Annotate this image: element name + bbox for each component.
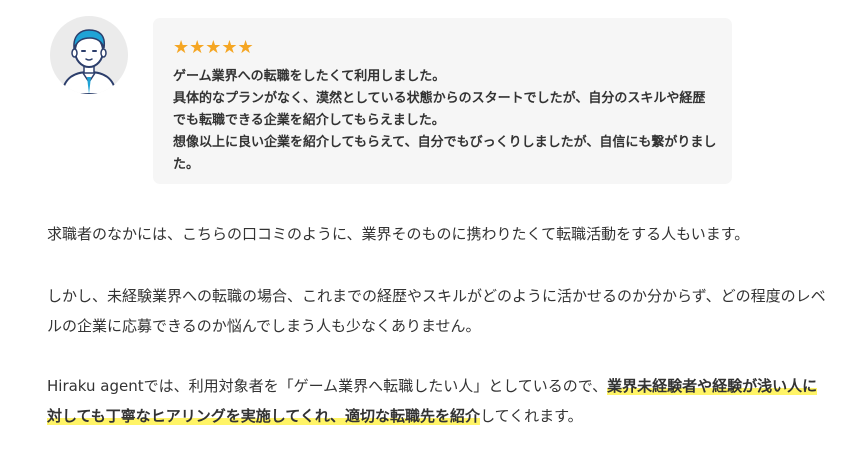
paragraph-text: Hiraku agentでは、利用対象者を「ゲーム業界へ転職したい人」としている… xyxy=(47,377,608,395)
review-line: 具体的なプランがなく、漠然としている状態からのスタートでしたが、自分のスキルや経… xyxy=(173,91,706,128)
man-in-suit-avatar-icon xyxy=(50,16,128,94)
user-review: ★★★★★ ゲーム業界への転職をしたくて利用しました。 具体的なプランがなく、漠… xyxy=(0,0,865,195)
paragraph-text: してくれます。 xyxy=(480,407,583,425)
star-rating: ★★★★★ xyxy=(173,37,254,58)
paragraph: しかし、未経験業界への転職の場合、これまでの経歴やスキルがどのように活かせるのか… xyxy=(47,287,826,335)
paragraph: Hiraku agentでは、利用対象者を「ゲーム業界へ転職したい人」としている… xyxy=(47,371,827,431)
review-line: ゲーム業界への転職をしたくて利用しました。 xyxy=(173,69,446,84)
review-bubble: ★★★★★ ゲーム業界への転職をしたくて利用しました。 具体的なプランがなく、漠… xyxy=(153,18,732,184)
review-line: 想像以上に良い企業を紹介してもらえて、自分でもびっくりしましたが、自信にも繋がり… xyxy=(173,135,717,172)
paragraph: 求職者のなかには、こちらの口コミのように、業界そのものに携わりたくて転職活動をす… xyxy=(47,225,750,243)
review-text: ゲーム業界への転職をしたくて利用しました。 具体的なプランがなく、漠然としている… xyxy=(173,66,718,176)
